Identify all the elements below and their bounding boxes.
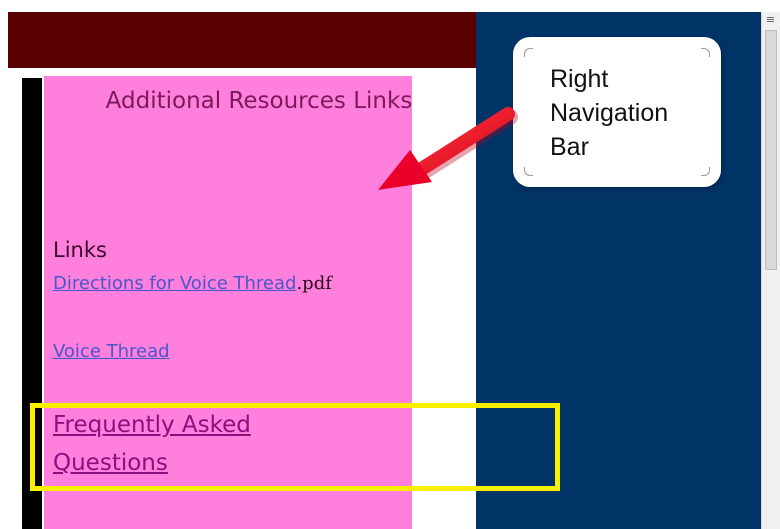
callout-corner-mark: [701, 167, 710, 176]
pdf-suffix: .pdf: [296, 273, 332, 294]
voice-thread-link[interactable]: Voice Thread: [53, 341, 170, 362]
callout-corner-mark: [701, 48, 710, 57]
directions-link[interactable]: Directions for Voice Thread: [53, 273, 296, 294]
callout-box: Right Navigation Bar: [514, 38, 720, 186]
callout-line: Bar: [550, 133, 589, 161]
callout-corner-mark: [524, 48, 533, 57]
links-heading: Links: [53, 238, 107, 262]
site-header-bar: [8, 12, 476, 68]
callout-line: Navigation: [550, 99, 669, 127]
faq-highlight-box: [30, 403, 560, 491]
voice-thread-link-row: Voice Thread: [53, 340, 170, 364]
callout-text: Right Navigation Bar: [550, 62, 668, 164]
vertical-scrollbar[interactable]: ≡: [761, 12, 780, 529]
directions-link-row: Directions for Voice Thread.pdf: [53, 272, 332, 296]
panel-title: Additional Resources Links: [105, 88, 413, 114]
callout-corner-mark: [524, 167, 533, 176]
callout-line: Right: [550, 65, 609, 93]
scrollbar-thumb[interactable]: [765, 30, 777, 270]
scroll-grip-icon: ≡: [765, 13, 776, 26]
